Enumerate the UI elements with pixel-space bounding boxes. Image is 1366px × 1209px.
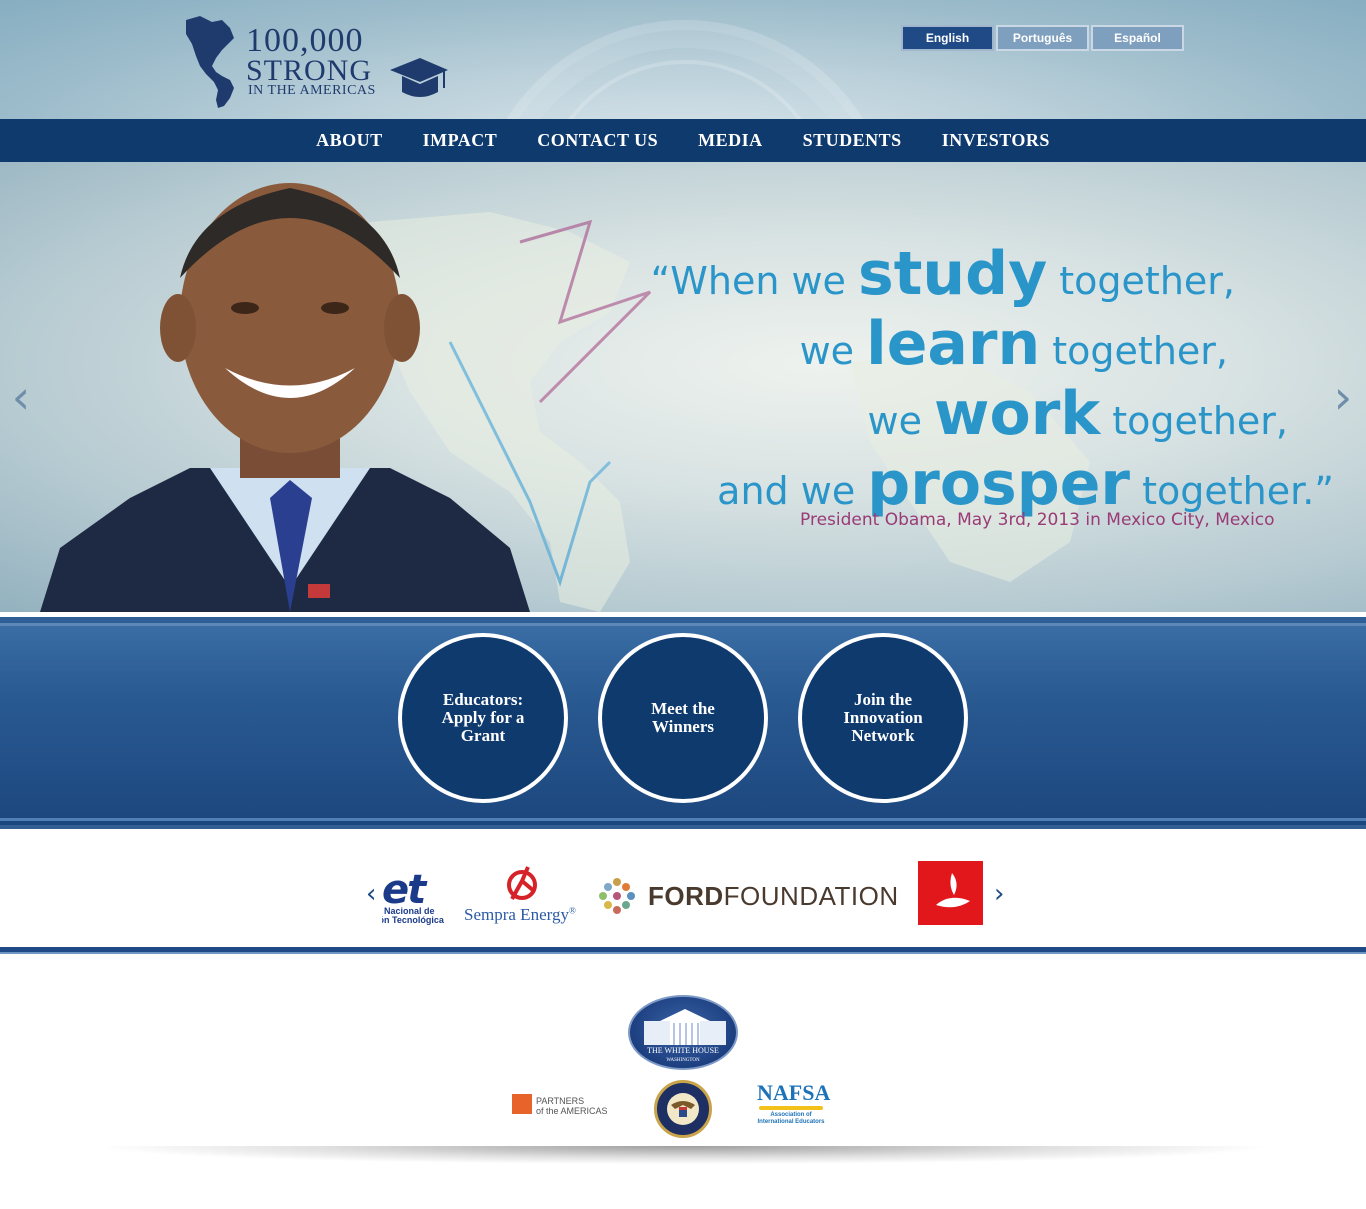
nafsa-name: NAFSA (757, 1080, 831, 1105)
join-network-button[interactable]: Join the Innovation Network (798, 633, 968, 803)
sempra-name: Sempra Energy® (464, 905, 576, 924)
quote-line-1: “When we study together, (650, 239, 1235, 309)
sponsor-ford-foundation-logo[interactable]: FORDFOUNDATION (598, 861, 898, 927)
sponsor-cet-logo[interactable]: et o Nacional deión Tecnológica (382, 861, 454, 927)
logo-strong: STRONG (246, 54, 373, 87)
graduation-cap-icon (390, 58, 448, 97)
sponsor-window: et o Nacional deión Tecnológica Sempra E… (382, 861, 983, 927)
partners-mark-icon (512, 1094, 532, 1114)
lang-english-button[interactable]: English (901, 25, 994, 51)
language-switcher: English Português Español (901, 25, 1184, 51)
quote-line-3: we work together, (867, 379, 1289, 449)
nafsa-swoosh (759, 1106, 823, 1110)
sponsor-carousel: ‹ et o Nacional deión Tecnológica Sempra… (0, 829, 1366, 947)
nafsa-subtitle: Association of International Educators (757, 1112, 825, 1125)
strip-divider (0, 818, 1366, 821)
white-house-building-icon (644, 1009, 726, 1045)
quote-line-2: we learn together, (799, 309, 1228, 379)
quote-line-4: and we prosper together.” (717, 449, 1334, 519)
educators-apply-button[interactable]: Educators: Apply for a Grant (398, 633, 568, 803)
nafsa-logo[interactable]: NAFSA Association of International Educa… (755, 1080, 831, 1136)
santander-flame-icon (936, 873, 970, 908)
main-nav: ABOUT IMPACT CONTACT US MEDIA STUDENTS I… (0, 119, 1366, 162)
president-portrait (40, 183, 530, 612)
meet-winners-button[interactable]: Meet the Winners (598, 633, 768, 803)
nav-investors[interactable]: INVESTORS (922, 130, 1070, 151)
white-house-caption: THE WHITE HOUSE WASHINGTON (647, 1046, 719, 1064)
hero-quote: “When we study together, we learn togeth… (600, 244, 1340, 524)
nav-students[interactable]: STUDENTS (783, 130, 922, 151)
partners-of-the-americas-logo[interactable]: PARTNERS of the AMERICAS (512, 1092, 612, 1122)
hero-prev-arrow-icon[interactable]: ‹ (6, 374, 36, 420)
quote-attribution: President Obama, May 3rd, 2013 in Mexico… (800, 510, 1275, 530)
sponsor-santander-logo[interactable] (918, 861, 983, 925)
strip-divider (0, 623, 1366, 626)
site-header: 100,000 STRONG IN THE AMERICAS English P… (0, 0, 1366, 119)
sponsor-next-arrow-icon[interactable]: › (994, 879, 1004, 909)
ford-foundation-dots-icon (599, 878, 635, 914)
cta-strip: Educators: Apply for a Grant Meet the Wi… (0, 617, 1366, 829)
eagle-icon (667, 1093, 699, 1125)
nav-contact-us[interactable]: CONTACT US (517, 130, 678, 151)
nav-media[interactable]: MEDIA (678, 130, 783, 151)
cet-logo-caption: o Nacional deión Tecnológica (382, 906, 444, 925)
nav-about[interactable]: ABOUT (296, 130, 403, 151)
ford-foundation-name: FORDFOUNDATION (648, 881, 899, 911)
sempra-figure-icon (507, 866, 537, 900)
lang-portuguese-button[interactable]: Português (996, 25, 1089, 51)
logo-subtitle: IN THE AMERICAS (248, 83, 376, 98)
department-of-state-seal[interactable] (654, 1080, 712, 1138)
footer-shadow-divider (106, 1146, 1262, 1164)
nav-impact[interactable]: IMPACT (403, 130, 518, 151)
lang-spanish-button[interactable]: Español (1091, 25, 1184, 51)
partners-logo-text: PARTNERS of the AMERICAS (536, 1096, 608, 1116)
hero-slider: ‹ › “When we study together, we learn to… (0, 162, 1366, 612)
site-logo[interactable]: 100,000 STRONG IN THE AMERICAS (182, 14, 452, 112)
white-house-logo[interactable]: THE WHITE HOUSE WASHINGTON (628, 995, 738, 1070)
section-divider (0, 947, 1366, 954)
sponsor-prev-arrow-icon[interactable]: ‹ (366, 879, 376, 909)
sponsor-sempra-logo[interactable]: Sempra Energy® (462, 861, 580, 927)
logo-number: 100,000 (246, 22, 364, 59)
